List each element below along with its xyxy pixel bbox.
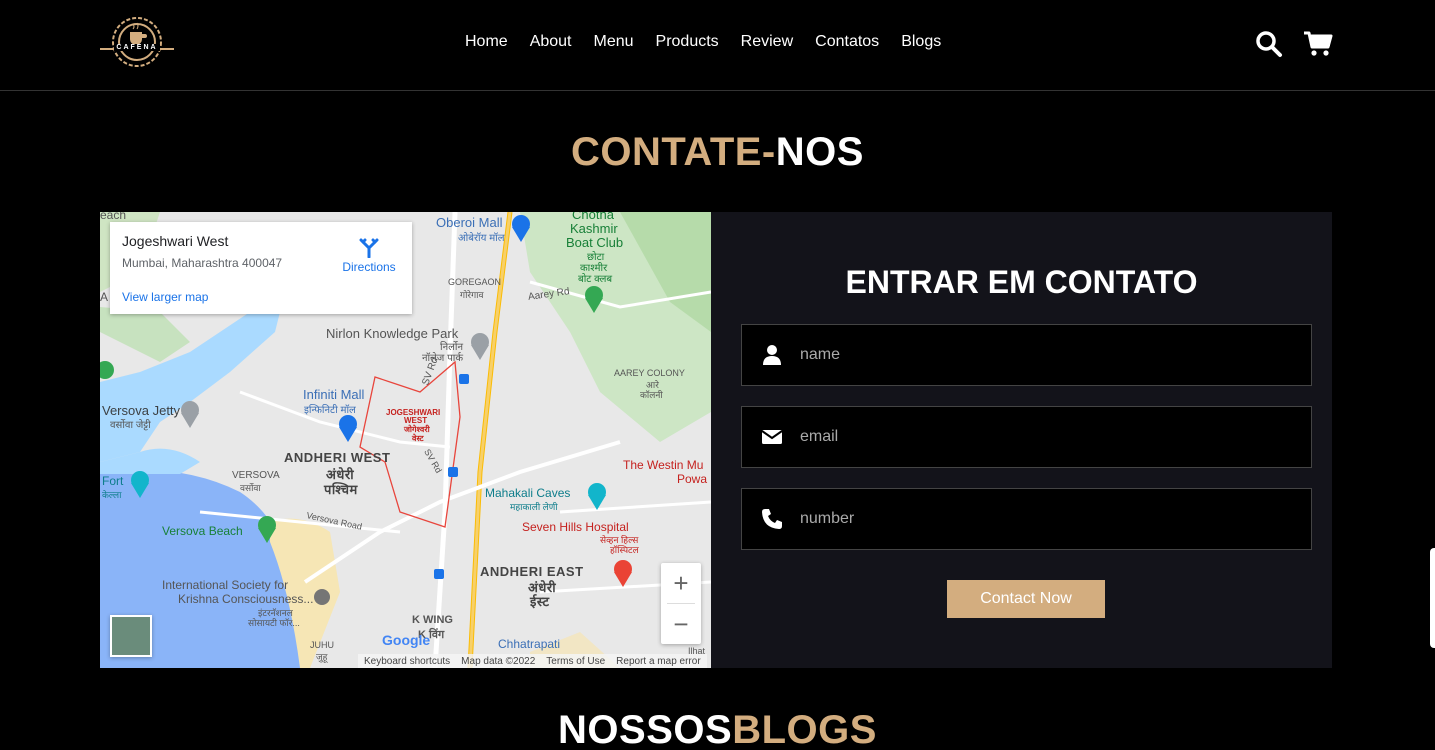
main-nav: Home About Menu Products Review Contatos… xyxy=(454,33,952,51)
envelope-icon xyxy=(761,430,783,444)
contact-heading-part2: NOS xyxy=(775,130,864,174)
embedded-map[interactable]: each A Oberoi Mall ओबेरॉय मॉल Chotha Kas… xyxy=(100,212,711,668)
nav-home[interactable]: Home xyxy=(465,33,508,51)
map-label-seven-hills: Seven Hills Hospital xyxy=(522,520,629,534)
map-label-iskcon2: Krishna Consciousness... xyxy=(178,592,314,606)
map-label-versova-hi: वर्सोवा xyxy=(240,483,261,493)
map-label-oberoi: Oberoi Mall xyxy=(436,215,503,230)
terms-link[interactable]: Terms of Use xyxy=(546,656,605,667)
phone-icon xyxy=(762,509,782,529)
cart-icon[interactable] xyxy=(1303,30,1333,63)
number-input[interactable] xyxy=(800,489,1300,549)
map-label-andheri-east: ANDHERI EAST xyxy=(480,564,584,579)
satellite-toggle[interactable] xyxy=(110,615,152,657)
map-label-infiniti-hi: इन्फिनिटी मॉल xyxy=(304,405,356,416)
nav-contatos[interactable]: Contatos xyxy=(815,33,879,51)
logo-text: CAFENA xyxy=(114,44,160,51)
blogs-heading-part1: NOSSOS xyxy=(558,708,733,750)
map-label-andheri-east-hi2: ईस्ट xyxy=(530,594,550,609)
map-label-kashmir: Kashmir xyxy=(570,221,618,236)
user-icon xyxy=(763,345,781,365)
directions-icon xyxy=(359,238,379,258)
map-label-a: A xyxy=(100,290,109,304)
site-header: CAFENA Home About Menu Products Review C… xyxy=(0,0,1435,91)
map-label-jogeshwari-hi2: वेस्ट xyxy=(412,434,424,443)
map-label-juhu: JUHU xyxy=(310,640,334,650)
contact-form: ENTRAR EM CONTATO Contact Now xyxy=(711,212,1332,668)
map-label-westin2: Powa xyxy=(677,472,708,486)
map-label-fort-hi: केल्ला xyxy=(102,490,122,500)
map-label-versova-jetty-hi: वर्सोवा जेट्टी xyxy=(110,420,151,431)
email-input[interactable] xyxy=(800,407,1300,467)
map-label-fort: Fort xyxy=(102,474,124,488)
map-label-iskcon1: International Society for xyxy=(162,578,289,592)
map-attribution: Keyboard shortcuts Map data ©2022 Terms … xyxy=(358,654,707,668)
map-place-address: Mumbai, Maharashtra 400047 xyxy=(122,256,283,270)
nav-menu[interactable]: Menu xyxy=(594,33,634,51)
map-label-aarey-colony: AAREY COLONY xyxy=(614,368,685,378)
map-label-aarey-hi2: कॉलनी xyxy=(640,390,663,400)
directions-label: Directions xyxy=(342,260,396,274)
contact-heading-part1: CONTATE- xyxy=(571,130,776,174)
google-logo: Google xyxy=(382,632,431,648)
map-label-mahakali-hi: महाकाली लेणी xyxy=(510,502,558,512)
map-label-boat-hi: बोट क्लब xyxy=(578,274,613,285)
map-label-k-wing: K WING xyxy=(412,614,453,626)
cafena-logo[interactable]: CAFENA xyxy=(100,12,174,72)
name-input[interactable] xyxy=(800,325,1300,385)
map-label-beach: each xyxy=(100,212,127,222)
map-label-juhu-hi: जुहू xyxy=(316,652,328,662)
map-info-card: Jogeshwari West Mumbai, Maharashtra 4000… xyxy=(110,222,412,314)
map-label-seven-hills-hi2: हॉस्पिटल xyxy=(610,545,639,555)
blogs-heading: NOSSOSBLOGS xyxy=(0,708,1435,750)
map-label-oberoi-hi: ओबेरॉय मॉल xyxy=(458,233,505,244)
nav-blogs[interactable]: Blogs xyxy=(901,33,941,51)
form-title: ENTRAR EM CONTATO xyxy=(845,264,1198,300)
blogs-heading-part2: BLOGS xyxy=(732,708,877,750)
zoom-out-button[interactable]: − xyxy=(661,604,701,644)
map-label-iskcon-hi2: सोसायटी फॉर... xyxy=(248,618,300,628)
map-label-versova-jetty: Versova Jetty xyxy=(102,403,181,418)
map-label-versova: VERSOVA xyxy=(232,470,280,481)
map-label-mahakali: Mahakali Caves xyxy=(485,486,571,500)
zoom-in-button[interactable]: + xyxy=(661,563,701,603)
map-data-text: Map data ©2022 xyxy=(461,655,536,667)
map-label-chhatrapati: Chhatrapati xyxy=(498,637,561,651)
nav-products[interactable]: Products xyxy=(656,33,719,51)
map-label-goregaon: GOREGAON xyxy=(448,277,502,287)
nav-review[interactable]: Review xyxy=(741,33,793,51)
map-label-westin: The Westin Mu xyxy=(623,458,704,472)
search-icon[interactable] xyxy=(1255,30,1283,63)
nav-about[interactable]: About xyxy=(530,33,572,51)
view-larger-map-link[interactable]: View larger map xyxy=(122,290,208,304)
report-error-link[interactable]: Report a map error xyxy=(616,656,700,667)
email-field xyxy=(741,406,1312,468)
map-place-title: Jogeshwari West xyxy=(122,233,229,249)
map-label-versova-beach: Versova Beach xyxy=(162,524,243,538)
keyboard-shortcuts-link[interactable]: Keyboard shortcuts xyxy=(364,656,450,667)
directions-button[interactable]: Directions xyxy=(339,236,399,274)
contact-heading: CONTATE-NOS xyxy=(0,130,1435,175)
map-label-nirlon: Nirlon Knowledge Park xyxy=(326,326,459,341)
name-field xyxy=(741,324,1312,386)
map-zoom-controls: + − xyxy=(661,563,701,644)
map-label-boat: Boat Club xyxy=(566,235,624,250)
contact-now-button[interactable]: Contact Now xyxy=(947,580,1105,618)
side-scroll-tab[interactable] xyxy=(1430,548,1435,648)
map-label-infiniti: Infiniti Mall xyxy=(303,387,365,402)
number-field xyxy=(741,488,1312,550)
map-label-andheri-west-hi2: पश्चिम xyxy=(324,482,358,497)
map-label-goregaon-hi: गोरेगाव xyxy=(460,290,484,300)
map-label-andheri-west: ANDHERI WEST xyxy=(284,450,391,465)
